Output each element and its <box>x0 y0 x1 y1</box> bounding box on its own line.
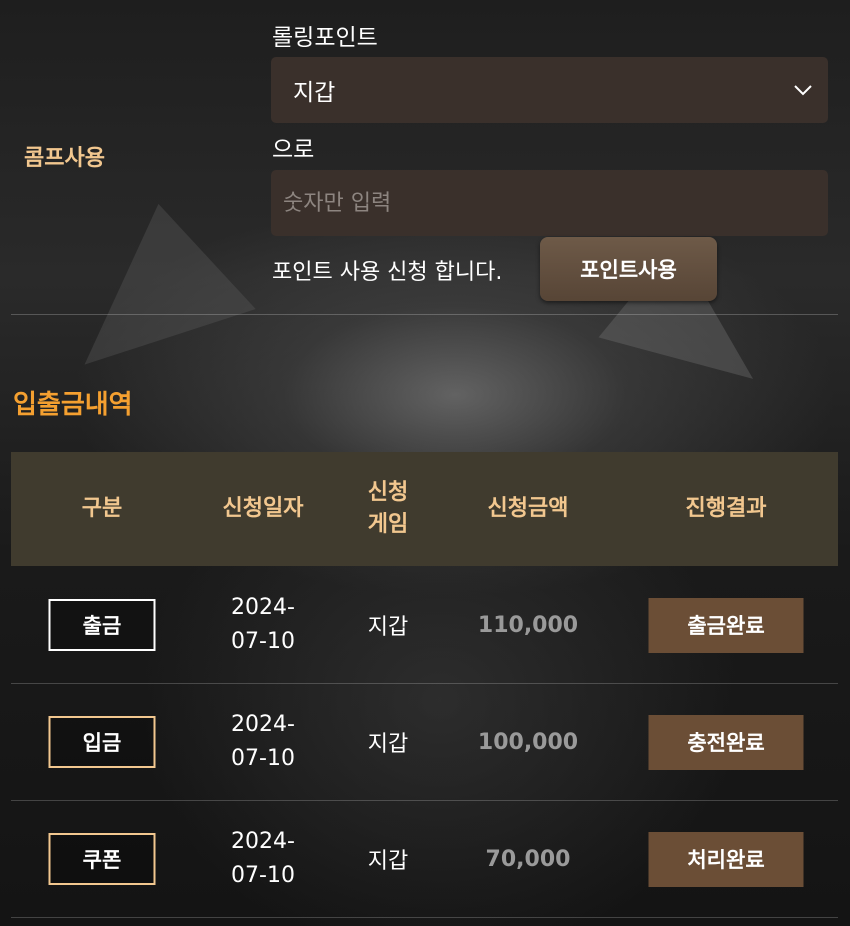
type-badge: 출금 <box>48 599 156 651</box>
chevron-down-icon <box>792 79 814 107</box>
request-date: 2024- 07-10 <box>231 801 295 917</box>
wallet-select-value: 지갑 <box>293 80 336 106</box>
wallet-select[interactable]: 지갑 <box>271 57 828 123</box>
type-badge: 쿠폰 <box>48 833 156 885</box>
table-row: 쿠폰 2024- 07-10 지갑 70,000 처리완료 <box>11 801 838 918</box>
column-header-game: 신청 게임 <box>368 452 408 566</box>
table-row: 입금 2024- 07-10 지갑 100,000 충전완료 <box>11 684 838 801</box>
rolling-point-label: 롤링포인트 <box>272 25 378 51</box>
request-date: 2024- 07-10 <box>231 684 295 800</box>
column-header-date: 신청일자 <box>222 496 304 521</box>
column-header-amount: 신청금액 <box>487 496 569 521</box>
column-header-game-line2: 게임 <box>367 512 409 537</box>
history-title: 입출금내역 <box>13 390 133 420</box>
status-button[interactable]: 충전완료 <box>648 714 804 770</box>
point-amount-input[interactable] <box>271 170 828 236</box>
request-date-year: 2024- <box>231 712 295 737</box>
section-divider <box>11 314 838 315</box>
to-label: 으로 <box>272 137 315 163</box>
request-date-day: 07-10 <box>231 629 295 654</box>
request-game: 지갑 <box>367 732 409 757</box>
request-amount: 110,000 <box>477 612 579 638</box>
table-row: 출금 2024- 07-10 지갑 110,000 출금완료 <box>11 567 838 684</box>
column-header-game-line1: 신청 <box>367 480 409 505</box>
status-button[interactable]: 처리완료 <box>648 831 804 887</box>
request-game: 지갑 <box>367 849 409 874</box>
request-amount: 70,000 <box>485 846 571 872</box>
request-date-day: 07-10 <box>231 863 295 888</box>
request-date: 2024- 07-10 <box>231 567 295 683</box>
request-date-year: 2024- <box>231 595 295 620</box>
column-header-type: 구분 <box>81 496 123 521</box>
column-header-result: 진행결과 <box>685 496 767 521</box>
point-use-button[interactable]: 포인트사용 <box>540 237 717 301</box>
apply-text: 포인트 사용 신청 합니다. <box>272 260 503 285</box>
status-button[interactable]: 출금완료 <box>648 597 804 653</box>
type-badge: 입금 <box>48 716 156 768</box>
request-amount: 100,000 <box>477 729 579 755</box>
comp-use-label: 콤프사용 <box>24 146 105 171</box>
request-game: 지갑 <box>367 615 409 640</box>
table-header: 구분 신청일자 신청 게임 신청금액 진행결과 <box>11 452 838 566</box>
background-decoration-left <box>44 185 256 365</box>
request-date-day: 07-10 <box>231 746 295 771</box>
request-date-year: 2024- <box>231 829 295 854</box>
